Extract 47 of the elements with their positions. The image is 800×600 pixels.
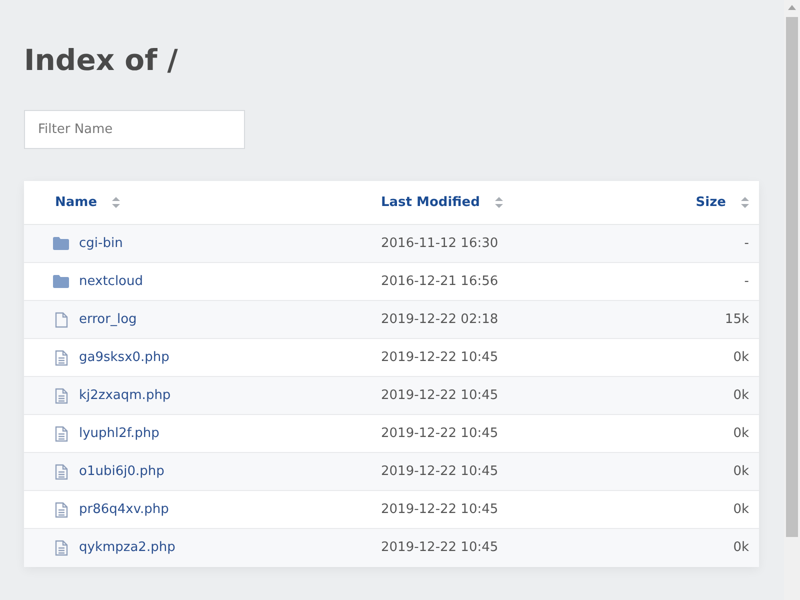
file-link[interactable]: kj2zxaqm.php (79, 386, 171, 406)
modified-cell-text: 2016-12-21 16:56 (381, 272, 500, 291)
scroll-up-icon[interactable] (788, 5, 796, 10)
size-cell-text: 0k (733, 386, 749, 405)
size-cell-text: - (744, 272, 749, 291)
file-link[interactable]: lyuphl2f.php (79, 424, 160, 444)
scrollbar[interactable] (784, 0, 800, 600)
modified-cell-text: 2016-11-12 16:30 (381, 234, 500, 253)
text-file-icon (54, 502, 68, 518)
scrollbar-thumb[interactable] (786, 17, 798, 537)
text-file-icon (54, 464, 68, 480)
column-header[interactable]: Size (696, 192, 726, 212)
filter-field[interactable]: Filter Name (24, 110, 245, 149)
modified-cell-text: 2019-12-22 10:45 (381, 348, 500, 367)
file-link[interactable]: ga9sksx0.php (79, 348, 170, 368)
page-title: Index of / (24, 42, 179, 79)
file-link[interactable]: o1ubi6j0.php (79, 462, 164, 482)
size-cell-text: 0k (733, 500, 749, 519)
size-cell-text: 15k (724, 310, 749, 329)
sort-icon[interactable] (741, 197, 749, 208)
modified-cell-text: 2019-12-22 10:45 (381, 424, 500, 443)
file-link[interactable]: pr86q4xv.php (79, 500, 169, 520)
sort-icon[interactable] (494, 197, 503, 208)
text-file-icon (54, 388, 68, 404)
size-cell-text: 0k (733, 424, 749, 443)
column-header[interactable]: Last Modified (381, 192, 480, 212)
size-cell-text: 0k (733, 539, 749, 558)
size-cell-text: - (744, 234, 749, 253)
file-link[interactable]: nextcloud (79, 272, 144, 292)
text-file-icon (54, 350, 68, 366)
text-file-icon (54, 426, 68, 442)
text-file-icon (54, 540, 68, 556)
modified-cell-text: 2019-12-22 10:45 (381, 500, 500, 519)
modified-cell-text: 2019-12-22 02:18 (381, 310, 500, 329)
modified-cell-text: 2019-12-22 10:45 (381, 539, 500, 558)
sort-icon[interactable] (112, 197, 120, 208)
modified-cell-text: 2019-12-22 10:45 (381, 462, 500, 481)
modified-cell-text: 2019-12-22 10:45 (381, 386, 500, 405)
size-cell-text: 0k (733, 462, 749, 481)
file-icon (54, 312, 68, 328)
file-link[interactable]: cgi-bin (79, 234, 123, 254)
folder-icon (53, 275, 69, 288)
file-link[interactable]: qykmpza2.php (79, 538, 176, 558)
column-header[interactable]: Name (55, 192, 98, 212)
folder-icon (53, 237, 69, 250)
file-link[interactable]: error_log (79, 310, 137, 330)
size-cell-text: 0k (733, 348, 749, 367)
